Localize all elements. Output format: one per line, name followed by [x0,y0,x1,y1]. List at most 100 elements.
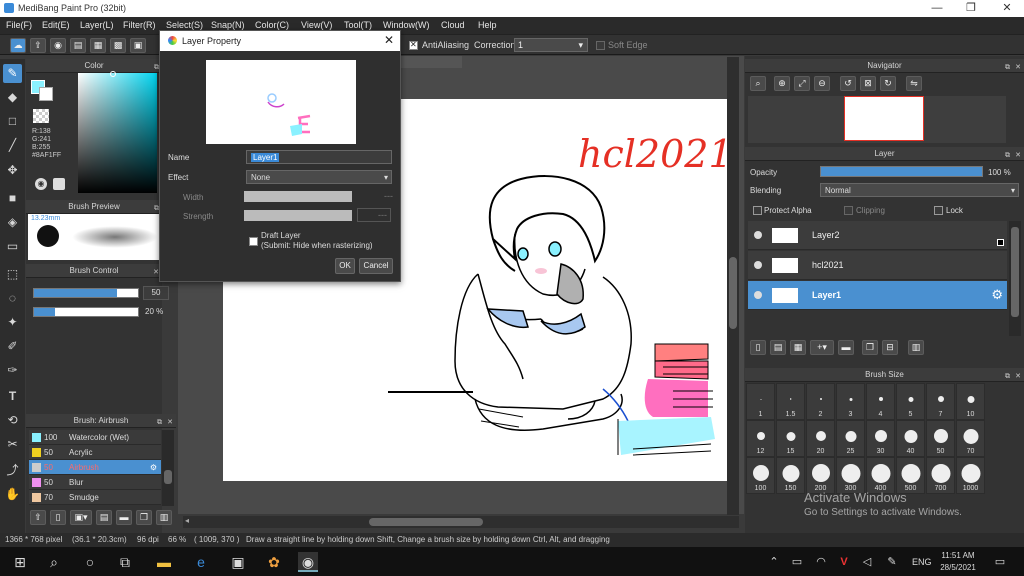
select-tool-icon[interactable]: ⬚ [3,265,22,284]
rectangle-tool-icon[interactable]: □ [3,112,22,131]
brush-size-cell[interactable]: 1000 [956,457,985,494]
panel-icon[interactable]: ▣ [130,38,146,53]
brush-settings-icon[interactable]: ▤ [96,510,112,525]
brush-list-item[interactable]: 70 Smudge [29,490,161,505]
panel-close-icon[interactable]: ✕ [1015,370,1021,384]
brush-opacity-slider[interactable] [33,307,139,317]
comment-icon[interactable]: ◉ [50,38,66,53]
brush-size-cell[interactable]: 12 [746,420,775,457]
lock-checkbox[interactable] [934,206,943,215]
scroll-left-icon[interactable]: ◂ [185,516,189,525]
layer-list-scrollbar[interactable] [1009,221,1021,336]
gradient-tool-icon[interactable]: ▭ [3,237,22,256]
close-icon[interactable]: ✕ [384,33,394,47]
divide-tool-icon[interactable]: ✂ [3,435,22,454]
speech-icon[interactable]: ▤ [70,38,86,53]
brush-size-cell[interactable]: 70 [956,420,985,457]
horizontal-scrollbar[interactable]: ◂ [183,516,739,528]
protect-alpha-checkbox[interactable] [753,206,762,215]
brush-size-cell[interactable]: 150 [776,457,805,494]
antialiasing-checkbox[interactable] [409,40,418,50]
close-icon[interactable]: ✕ [990,0,1024,17]
ok-button[interactable]: OK [335,258,355,274]
search-icon[interactable]: ⌕ [44,552,64,572]
brush-size-cell[interactable]: 200 [806,457,835,494]
brush-size-cell[interactable]: 20 [806,420,835,457]
folder-icon[interactable]: ▬ [116,510,132,525]
new-halftone-layer-icon[interactable]: ▤ [770,340,786,355]
task-view-icon[interactable]: ⧉ [115,552,135,572]
cloud-icon[interactable]: ☁ [10,38,26,53]
medibang-taskbar-icon[interactable]: ◉ [298,552,318,572]
transparent-swatch[interactable] [33,109,49,123]
v-app-icon[interactable]: V [834,552,854,572]
magic-wand-tool-icon[interactable]: ✦ [3,313,22,332]
scrollbar-thumb[interactable] [729,257,737,329]
panel-close-icon[interactable]: ✕ [1015,149,1021,163]
store-icon[interactable]: ▣ [228,552,248,572]
menu-window[interactable]: Window(W) [383,20,430,30]
panel-expand-icon[interactable]: ⧉ [1005,370,1010,384]
brush-size-cell[interactable]: 10 [956,383,985,420]
minimize-icon[interactable]: — [920,0,954,17]
color-history-icon[interactable] [53,178,65,190]
menu-tool[interactable]: Tool(T) [344,20,372,30]
brush-size-cell[interactable]: 700 [926,457,955,494]
brush-size-cell[interactable]: 40 [896,420,925,457]
vertical-scrollbar[interactable] [727,57,739,515]
color-picker-cursor[interactable] [110,71,116,77]
gear-icon[interactable]: ⚙ [991,287,1003,303]
operation-tool-icon[interactable]: ⟲ [3,411,22,430]
merge-layer-icon[interactable]: ⊟ [882,340,898,355]
line-tool-icon[interactable]: ╱ [3,136,22,155]
brush-list-item[interactable]: 50 Blur [29,475,161,490]
cortana-icon[interactable]: ○ [80,552,100,572]
brush-size-cell[interactable]: 30 [866,420,895,457]
brush-size-cell[interactable]: 500 [896,457,925,494]
brush-size-cell[interactable]: 7 [926,383,955,420]
taskbar-clock[interactable]: 11:51 AM 28/5/2021 [936,550,980,574]
palette-icon[interactable]: ◉ [35,178,47,190]
layer-row-selected[interactable]: Layer1 ⚙ [748,281,1007,310]
add-brush-icon[interactable]: ⇧ [30,510,46,525]
visibility-icon[interactable] [754,231,762,239]
width-slider[interactable] [244,191,352,202]
menu-color[interactable]: Color(C) [255,20,289,30]
effect-select[interactable]: None ▾ [246,170,392,184]
brush-size-cell[interactable]: 4 [866,383,895,420]
brush-list-item-selected[interactable]: 50 Airbrush ⚙ [29,460,161,475]
text-tool-icon[interactable]: T [3,387,22,406]
windows-start-icon[interactable]: ⊞ [10,552,30,572]
brush-size-cell[interactable]: 300 [836,457,865,494]
brush-list-scrollbar[interactable] [162,430,174,506]
soft-edge-checkbox[interactable] [596,41,605,50]
clipping-checkbox[interactable] [844,206,853,215]
new-8bit-layer-icon[interactable]: ▦ [790,340,806,355]
brush-size-value[interactable]: 50 [143,286,169,300]
rotate-right-icon[interactable]: ↻ [880,76,896,91]
add-layer-menu-icon[interactable]: +▾ [810,340,834,355]
panel-expand-icon[interactable]: ⧉ [1005,61,1010,75]
battery-icon[interactable]: ▭ [787,552,807,572]
input-language[interactable]: ENG [912,557,932,567]
menu-view[interactable]: View(V) [301,20,332,30]
brush-size-slider[interactable] [33,288,139,298]
brush-size-cell[interactable]: 100 [746,457,775,494]
rotate-left-icon[interactable]: ↺ [840,76,856,91]
brush-size-cell[interactable]: 5 [896,383,925,420]
rotate-reset-icon[interactable]: ⊠ [860,76,876,91]
delete-layer-icon[interactable]: ▥ [908,340,924,355]
menu-edit[interactable]: Edit(E) [42,20,70,30]
zoom-icon[interactable]: ⌕ [750,76,766,91]
share-icon[interactable]: ⇪ [30,38,46,53]
delete-icon[interactable]: ▥ [156,510,172,525]
eyedropper-tool-icon[interactable]: ⤴ [3,461,22,480]
duplicate-icon[interactable]: ❐ [136,510,152,525]
brush-list-item[interactable]: 100 Watercolor (Wet) [29,430,161,445]
layer-row[interactable]: hcl2021 [748,251,1007,280]
page-icon[interactable]: ▦ [90,38,106,53]
brush-size-cell[interactable]: 2 [806,383,835,420]
select-pen-tool-icon[interactable]: ✐ [3,337,22,356]
panel-expand-icon[interactable]: ⧉ [1005,149,1010,163]
panel-expand-icon[interactable]: ⧉ [157,416,162,430]
